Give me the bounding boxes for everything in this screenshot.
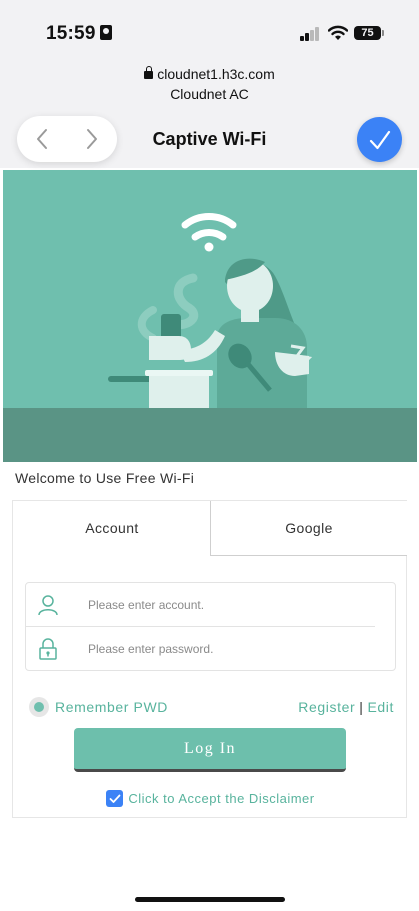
battery-indicator: 75 [354, 26, 384, 40]
disclaimer-row: Click to Accept the Disclaimer [13, 790, 408, 807]
account-links: Register | Edit [298, 699, 394, 715]
remember-label: Remember PWD [55, 699, 168, 715]
cellular-signal-icon [300, 27, 320, 41]
hero-illustration [3, 170, 417, 462]
contact-card-icon [99, 25, 112, 40]
checkmark-icon [369, 130, 390, 149]
tab-account[interactable]: Account [13, 501, 211, 555]
padlock-icon [39, 638, 57, 660]
url-display[interactable]: cloudnet1.h3c.com [0, 66, 419, 82]
remember-password-toggle[interactable]: Remember PWD [29, 697, 168, 717]
wifi-status-icon [328, 25, 348, 40]
home-indicator[interactable] [135, 897, 285, 902]
remember-radio[interactable] [29, 697, 49, 717]
password-row [26, 627, 397, 671]
link-separator: | [359, 699, 364, 715]
user-icon [38, 595, 58, 616]
browser-header: 15:59 75 cloudnet1.h3c.com Cloudnet AC C… [0, 0, 419, 168]
credentials-form [25, 582, 396, 671]
register-link[interactable]: Register [298, 699, 355, 715]
lock-icon [144, 66, 154, 79]
checkmark-icon [109, 794, 121, 803]
url-text: cloudnet1.h3c.com [157, 66, 275, 82]
status-time: 15:59 [46, 23, 112, 45]
done-button[interactable] [357, 117, 402, 162]
tab-account-label: Account [85, 520, 139, 536]
welcome-text: Welcome to Use Free Wi-Fi [15, 470, 195, 486]
login-card: Account Google Remember PWD Register|Edi… [12, 500, 407, 818]
account-row [26, 583, 375, 627]
tab-google-label: Google [285, 520, 333, 536]
disclaimer-link[interactable]: Click to Accept the Disclaimer [128, 791, 314, 806]
login-button[interactable]: Log In [74, 728, 346, 772]
account-input[interactable] [88, 594, 368, 616]
disclaimer-checkbox[interactable] [106, 790, 124, 807]
tab-google[interactable]: Google [210, 501, 407, 556]
site-name: Cloudnet AC [170, 86, 249, 102]
edit-link[interactable]: Edit [367, 699, 394, 715]
password-input[interactable] [88, 638, 368, 660]
